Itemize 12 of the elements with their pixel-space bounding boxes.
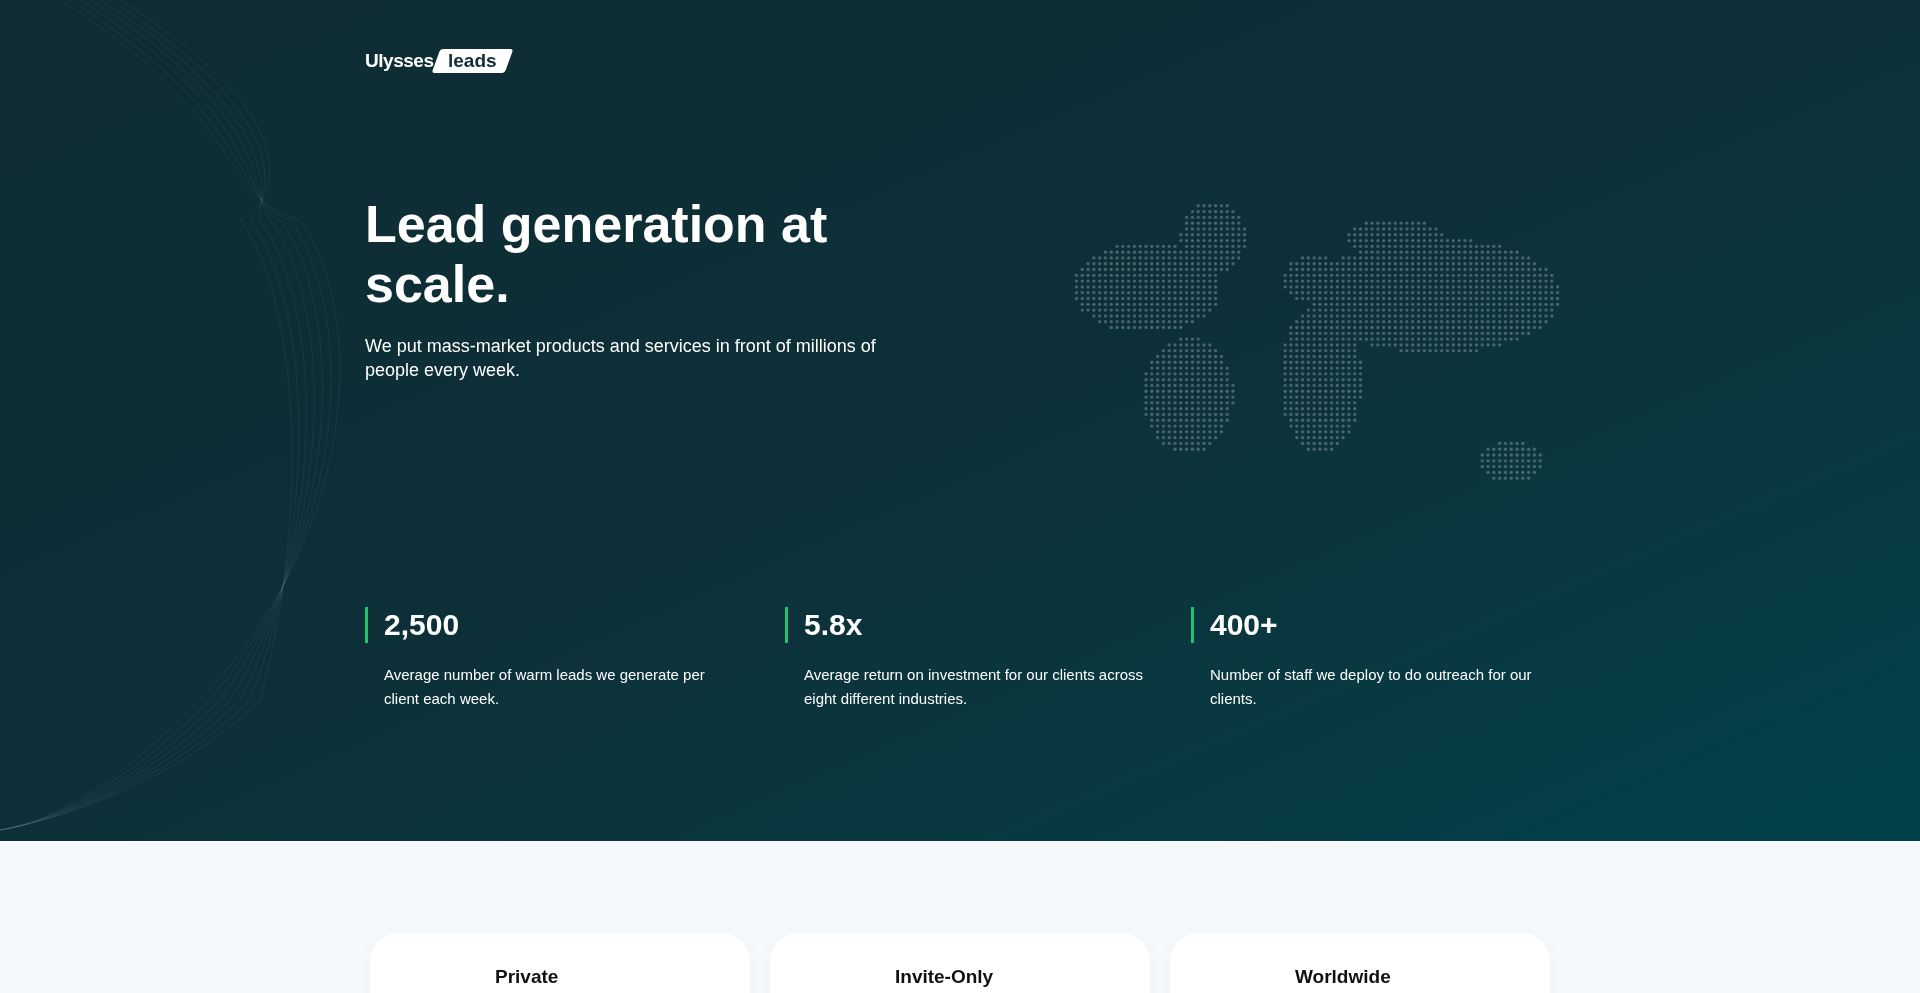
stat-description: Average return on investment for our clients across eight different industries. bbox=[804, 665, 1144, 709]
stat-value: 400+ bbox=[1191, 607, 1555, 643]
feature-title: Private bbox=[495, 965, 560, 989]
stat-description: Average number of warm leads we generate per client each week. bbox=[384, 665, 706, 709]
subtitle: We put mass-market products and services in front of millions of people every week. bbox=[365, 335, 877, 382]
headline: Lead generation at scale. bbox=[365, 194, 829, 314]
feature-title: Invite-Only bbox=[895, 965, 995, 989]
feature-title: Worldwide bbox=[1295, 965, 1392, 989]
logo[interactable]: Ulysses leads bbox=[365, 48, 1555, 74]
stat-description: Number of staff we deploy to do outreach for our clients. bbox=[1210, 665, 1533, 709]
stat-value: 2,500 bbox=[365, 607, 785, 643]
stat-value: 5.8x bbox=[785, 607, 1191, 643]
